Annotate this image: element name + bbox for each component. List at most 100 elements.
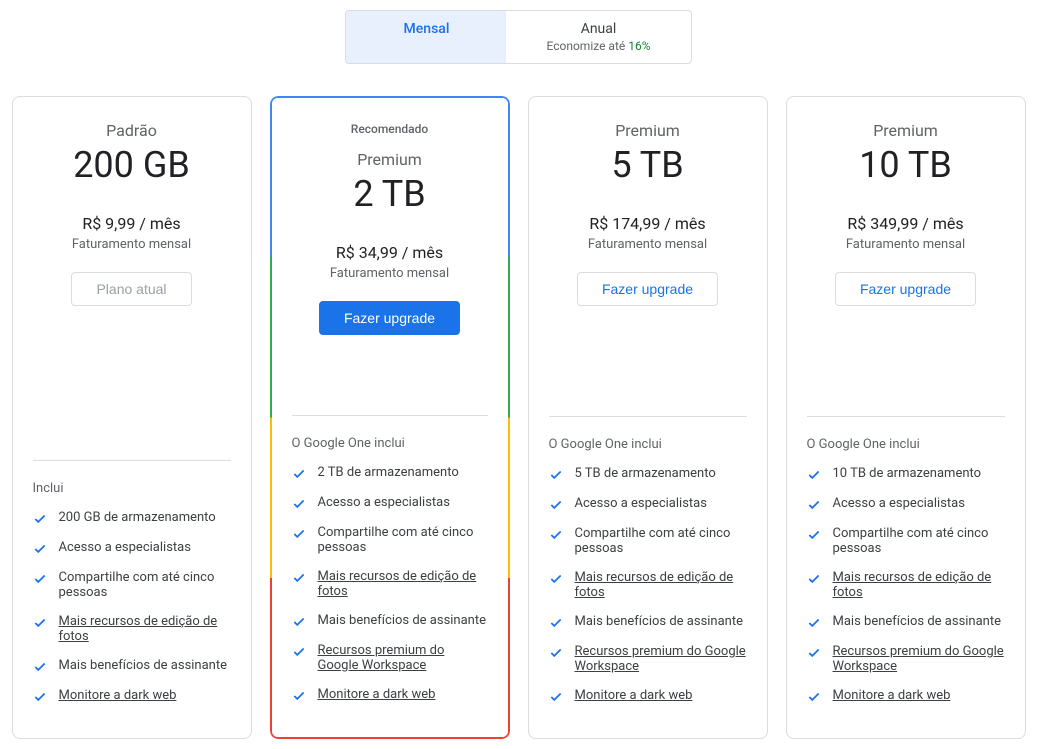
feature-text: 2 TB de armazenamento [318, 465, 459, 480]
feature-item: Mais benefícios de assinante [33, 658, 231, 674]
check-icon [292, 527, 306, 541]
plan-top: Padrão200 GBR$ 9,99 / mêsFaturamento men… [13, 97, 251, 326]
plan-price: R$ 349,99 / mês [807, 214, 1005, 233]
check-icon [549, 572, 563, 586]
feature-item: Mais recursos de edição de fotos [33, 614, 231, 644]
billing-toggle: Mensal Anual Economize até 16% [10, 10, 1027, 64]
check-icon [549, 528, 563, 542]
plan-size: 5 TB [549, 144, 747, 186]
features-title: O Google One inclui [807, 437, 1005, 452]
feature-item: Mais recursos de edição de fotos [549, 570, 747, 600]
toggle-annual[interactable]: Anual Economize até 16% [506, 11, 690, 63]
toggle-monthly-label: Mensal [404, 21, 450, 37]
plan-card: Padrão200 GBR$ 9,99 / mêsFaturamento men… [12, 96, 252, 739]
feature-item: Monitore a dark web [549, 688, 747, 704]
plan-size: 10 TB [807, 144, 1005, 186]
feature-link[interactable]: Mais recursos de edição de fotos [575, 570, 747, 600]
plan-card: RecomendadoPremium2 TBR$ 34,99 / mêsFatu… [270, 96, 510, 739]
feature-text: Mais benefícios de assinante [833, 614, 1002, 629]
feature-link[interactable]: Mais recursos de edição de fotos [59, 614, 231, 644]
toggle-monthly[interactable]: Mensal [346, 11, 506, 63]
current-plan-button: Plano atual [71, 272, 191, 306]
feature-link[interactable]: Monitore a dark web [318, 687, 436, 702]
feature-item: Mais benefícios de assinante [807, 614, 1005, 630]
feature-item: 5 TB de armazenamento [549, 466, 747, 482]
check-icon [807, 528, 821, 542]
feature-text: Acesso a especialistas [575, 496, 707, 511]
check-icon [807, 690, 821, 704]
feature-item: Mais benefícios de assinante [292, 613, 488, 629]
features-list: Inclui200 GB de armazenamentoAcesso a es… [13, 461, 251, 738]
check-icon [807, 468, 821, 482]
plan-name: Premium [292, 150, 488, 169]
upgrade-button[interactable]: Fazer upgrade [319, 301, 460, 335]
check-icon [549, 616, 563, 630]
feature-link[interactable]: Recursos premium do Google Workspace [575, 644, 747, 674]
feature-item: Compartilhe com até cinco pessoas [33, 570, 231, 600]
plan-top: Premium5 TBR$ 174,99 / mêsFaturamento me… [529, 97, 767, 326]
check-icon [549, 468, 563, 482]
features-list: O Google One inclui 2 TB de armazenamento… [272, 416, 508, 737]
plan-billing: Faturamento mensal [292, 266, 488, 281]
check-icon [33, 542, 47, 556]
plans-grid: Padrão200 GBR$ 9,99 / mêsFaturamento men… [10, 96, 1027, 739]
feature-link[interactable]: Recursos premium do Google Workspace [318, 643, 488, 673]
feature-link[interactable]: Monitore a dark web [59, 688, 177, 703]
feature-item: Compartilhe com até cinco pessoas [807, 526, 1005, 556]
plan-billing: Faturamento mensal [807, 237, 1005, 252]
features-title: O Google One inclui [292, 436, 488, 451]
check-icon [292, 615, 306, 629]
feature-text: 5 TB de armazenamento [575, 466, 716, 481]
feature-text: Compartilhe com até cinco pessoas [318, 525, 488, 555]
toggle-annual-subtext: Economize até 16% [546, 39, 650, 53]
feature-text: Compartilhe com até cinco pessoas [59, 570, 231, 600]
features-list: O Google One inclui5 TB de armazenamento… [529, 417, 767, 738]
feature-text: Compartilhe com até cinco pessoas [575, 526, 747, 556]
feature-item: Acesso a especialistas [292, 495, 488, 511]
plan-price: R$ 34,99 / mês [292, 243, 488, 262]
feature-link[interactable]: Mais recursos de edição de fotos [318, 569, 488, 599]
features-list: O Google One inclui 10 TB de armazenament… [787, 417, 1025, 738]
upgrade-button[interactable]: Fazer upgrade [577, 272, 718, 306]
plan-card: Premium5 TBR$ 174,99 / mêsFaturamento me… [528, 96, 768, 739]
feature-item: 200 GB de armazenamento [33, 510, 231, 526]
feature-item: Monitore a dark web [807, 688, 1005, 704]
check-icon [292, 467, 306, 481]
check-icon [549, 646, 563, 660]
plan-price: R$ 9,99 / mês [33, 214, 231, 233]
feature-item: Monitore a dark web [33, 688, 231, 704]
plan-size: 2 TB [292, 173, 488, 215]
check-icon [33, 660, 47, 674]
check-icon [292, 645, 306, 659]
feature-link[interactable]: Monitore a dark web [575, 688, 693, 703]
feature-text: Mais benefícios de assinante [59, 658, 228, 673]
plan-price: R$ 174,99 / mês [549, 214, 747, 233]
feature-item: Recursos premium do Google Workspace [807, 644, 1005, 674]
feature-link[interactable]: Recursos premium do Google Workspace [833, 644, 1005, 674]
plan-billing: Faturamento mensal [33, 237, 231, 252]
check-icon [292, 497, 306, 511]
feature-link[interactable]: Monitore a dark web [833, 688, 951, 703]
feature-item: Recursos premium do Google Workspace [292, 643, 488, 673]
upgrade-button[interactable]: Fazer upgrade [835, 272, 976, 306]
toggle-annual-label: Anual [546, 21, 650, 37]
check-icon [807, 646, 821, 660]
check-icon [33, 572, 47, 586]
feature-text: 200 GB de armazenamento [59, 510, 216, 525]
feature-text: 10 TB de armazenamento [833, 466, 982, 481]
feature-item: Recursos premium do Google Workspace [549, 644, 747, 674]
feature-item: Compartilhe com até cinco pessoas [549, 526, 747, 556]
check-icon [292, 689, 306, 703]
feature-text: Acesso a especialistas [833, 496, 965, 511]
feature-text: Acesso a especialistas [59, 540, 191, 555]
feature-item: Mais recursos de edição de fotos [292, 569, 488, 599]
check-icon [807, 498, 821, 512]
check-icon [33, 616, 47, 630]
plan-size: 200 GB [33, 144, 231, 186]
feature-link[interactable]: Mais recursos de edição de fotos [833, 570, 1005, 600]
check-icon [33, 512, 47, 526]
feature-item: 2 TB de armazenamento [292, 465, 488, 481]
plan-top: RecomendadoPremium2 TBR$ 34,99 / mêsFatu… [272, 98, 508, 355]
check-icon [33, 690, 47, 704]
feature-text: Acesso a especialistas [318, 495, 450, 510]
